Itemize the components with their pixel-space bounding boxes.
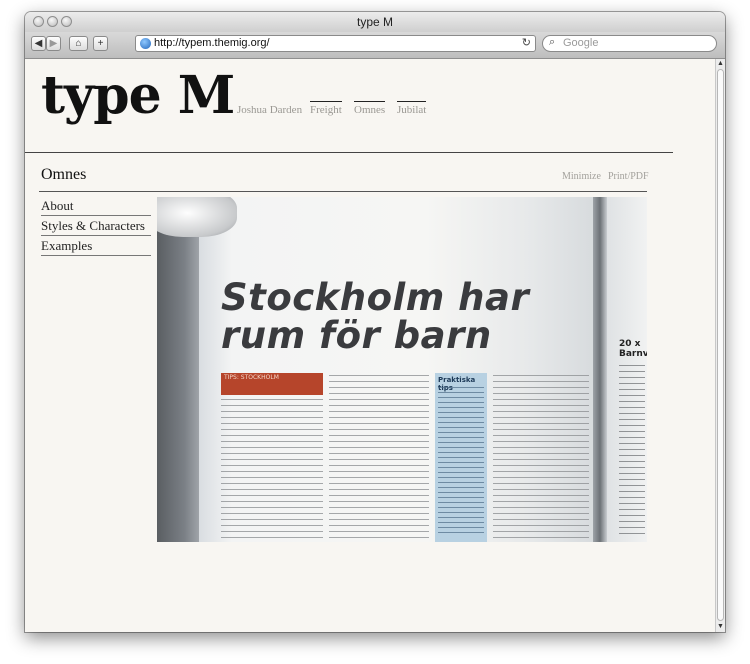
- nav-omnes[interactable]: Omnes: [354, 101, 386, 116]
- text-column: [329, 375, 429, 542]
- address-bar[interactable]: http://typem.themig.org/ ↻: [135, 35, 536, 52]
- forward-arrow-icon: ▶: [49, 38, 58, 49]
- thumb-image: [157, 197, 237, 237]
- side-text: [619, 365, 645, 535]
- nav-joshua-darden[interactable]: Joshua Darden: [237, 104, 302, 116]
- browser-window: type M ◀ ▶ ⌂ + http://typem.themig.org/ …: [25, 12, 725, 632]
- photo-tag: TIPS: STOCKHOLM: [224, 374, 279, 381]
- window-title: type M: [356, 15, 393, 29]
- headline-line-1: Stockholm har: [221, 276, 530, 319]
- sidebar-link-styles-characters[interactable]: Styles & Characters: [41, 218, 151, 236]
- vertical-scrollbar[interactable]: ▲ ▼: [715, 59, 725, 632]
- section-title: Omnes: [41, 166, 87, 183]
- title-bar: type M: [25, 12, 725, 33]
- side-heading: 20 x Barnv: [619, 339, 647, 359]
- text-column: [221, 399, 323, 542]
- search-icon: ⌕: [549, 36, 556, 48]
- home-icon: ⌂: [75, 38, 82, 49]
- sidebar-link-about[interactable]: About: [41, 198, 151, 216]
- example-photo: Stockholm har rum för barn TIPS: STOCKHO…: [157, 197, 647, 542]
- url-text[interactable]: http://typem.themig.org/: [154, 37, 270, 49]
- add-bookmark-button[interactable]: +: [93, 36, 108, 51]
- print-pdf-link[interactable]: Print/PDF: [608, 171, 649, 182]
- magazine-fold: [593, 197, 607, 542]
- scroll-down-icon[interactable]: ▼: [716, 622, 725, 631]
- minimize-link[interactable]: Minimize: [562, 171, 601, 182]
- back-arrow-icon: ◀: [34, 38, 43, 49]
- nav-underline: [310, 101, 342, 102]
- home-button[interactable]: ⌂: [69, 36, 88, 51]
- scroll-up-icon[interactable]: ▲: [716, 59, 725, 68]
- web-page: type M Joshua Darden Freight Omnes Jubil…: [25, 59, 715, 632]
- globe-icon: [140, 38, 151, 49]
- nav-label: Jubilat: [397, 104, 427, 116]
- headline-line-2: rum för barn: [221, 314, 492, 357]
- search-field[interactable]: ⌕ Google: [542, 35, 717, 52]
- nav-underline: [397, 101, 427, 102]
- site-logo[interactable]: type M: [41, 65, 235, 126]
- nav-label: Freight: [310, 104, 342, 116]
- nav-freight[interactable]: Freight: [310, 101, 342, 116]
- back-button[interactable]: ◀: [31, 36, 46, 51]
- reload-icon[interactable]: ↻: [522, 36, 531, 49]
- forward-button[interactable]: ▶: [46, 36, 61, 51]
- sidebar-link-examples[interactable]: Examples: [41, 238, 151, 256]
- photo-headline: Stockholm har rum för barn: [221, 279, 529, 355]
- tips-box: Praktiska tips: [435, 373, 487, 542]
- section-divider: [39, 191, 647, 192]
- nav-underline: [354, 101, 386, 102]
- browser-toolbar: ◀ ▶ ⌂ + http://typem.themig.org/ ↻ ⌕ Goo…: [25, 32, 725, 59]
- photo-person-silhouette: [157, 197, 203, 542]
- nav-jubilat[interactable]: Jubilat: [397, 101, 427, 116]
- tips-text: [438, 387, 484, 537]
- scroll-thumb[interactable]: [717, 69, 724, 621]
- search-placeholder[interactable]: Google: [563, 37, 598, 49]
- nav-label: Omnes: [354, 104, 386, 116]
- text-column: [493, 375, 589, 542]
- nav-label: Joshua Darden: [237, 104, 303, 116]
- plus-icon: +: [97, 38, 104, 49]
- photo-tag-box: TIPS: STOCKHOLM: [221, 373, 323, 395]
- header-divider: [25, 152, 673, 153]
